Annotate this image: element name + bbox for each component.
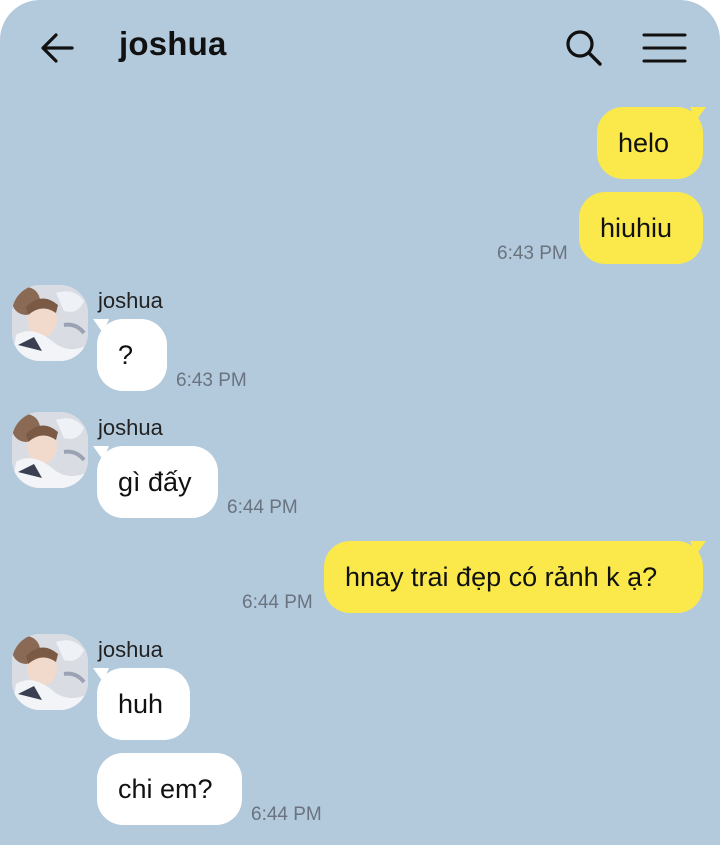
- incoming-message-bubble[interactable]: chi em?: [97, 753, 242, 825]
- avatar[interactable]: [12, 285, 88, 361]
- hamburger-menu-icon: [642, 33, 687, 63]
- message-text: hiuhiu: [600, 213, 673, 243]
- sender-name: joshua: [98, 288, 163, 313]
- sender-name: joshua: [98, 637, 163, 662]
- chat-title: joshua: [119, 25, 227, 62]
- bubble-tail: [690, 107, 706, 121]
- outgoing-message-bubble[interactable]: helo: [597, 107, 703, 179]
- sender-name: joshua: [98, 415, 163, 440]
- message-timestamp: 6:43 PM: [497, 243, 568, 264]
- incoming-message-bubble[interactable]: gì đấy: [97, 446, 218, 518]
- search-icon: [566, 30, 602, 66]
- back-button[interactable]: [36, 26, 80, 70]
- chat-screen: joshua helo hiuhiu 6:43 PM joshua ? 6:43…: [0, 0, 720, 845]
- bubble-tail: [93, 446, 109, 460]
- message-text: helo: [618, 128, 670, 158]
- menu-button[interactable]: [640, 26, 690, 70]
- message-text: chi em?: [118, 774, 213, 804]
- arrow-left-icon: [41, 33, 74, 63]
- outgoing-message-bubble[interactable]: hnay trai đẹp có rảnh k ạ?: [324, 541, 703, 613]
- message-timestamp: 6:44 PM: [227, 497, 298, 518]
- message-text: gì đấy: [118, 467, 192, 497]
- avatar[interactable]: [12, 634, 88, 710]
- message-timestamp: 6:44 PM: [242, 592, 313, 613]
- incoming-message-bubble[interactable]: huh: [97, 668, 190, 740]
- outgoing-message-bubble[interactable]: hiuhiu: [579, 192, 703, 264]
- chat-header: joshua: [0, 0, 720, 96]
- message-timestamp: 6:43 PM: [176, 370, 247, 391]
- message-text: hnay trai đẹp có rảnh k ạ?: [345, 562, 658, 592]
- avatar-photo: [12, 634, 88, 710]
- avatar[interactable]: [12, 412, 88, 488]
- bubble-tail: [93, 319, 109, 333]
- message-text: ?: [118, 340, 134, 370]
- bubble-tail: [93, 668, 109, 682]
- bubble-tail: [690, 541, 706, 555]
- message-timestamp: 6:44 PM: [251, 804, 322, 825]
- message-text: huh: [118, 689, 164, 719]
- avatar-photo: [12, 412, 88, 488]
- search-button[interactable]: [562, 26, 606, 70]
- avatar-photo: [12, 285, 88, 361]
